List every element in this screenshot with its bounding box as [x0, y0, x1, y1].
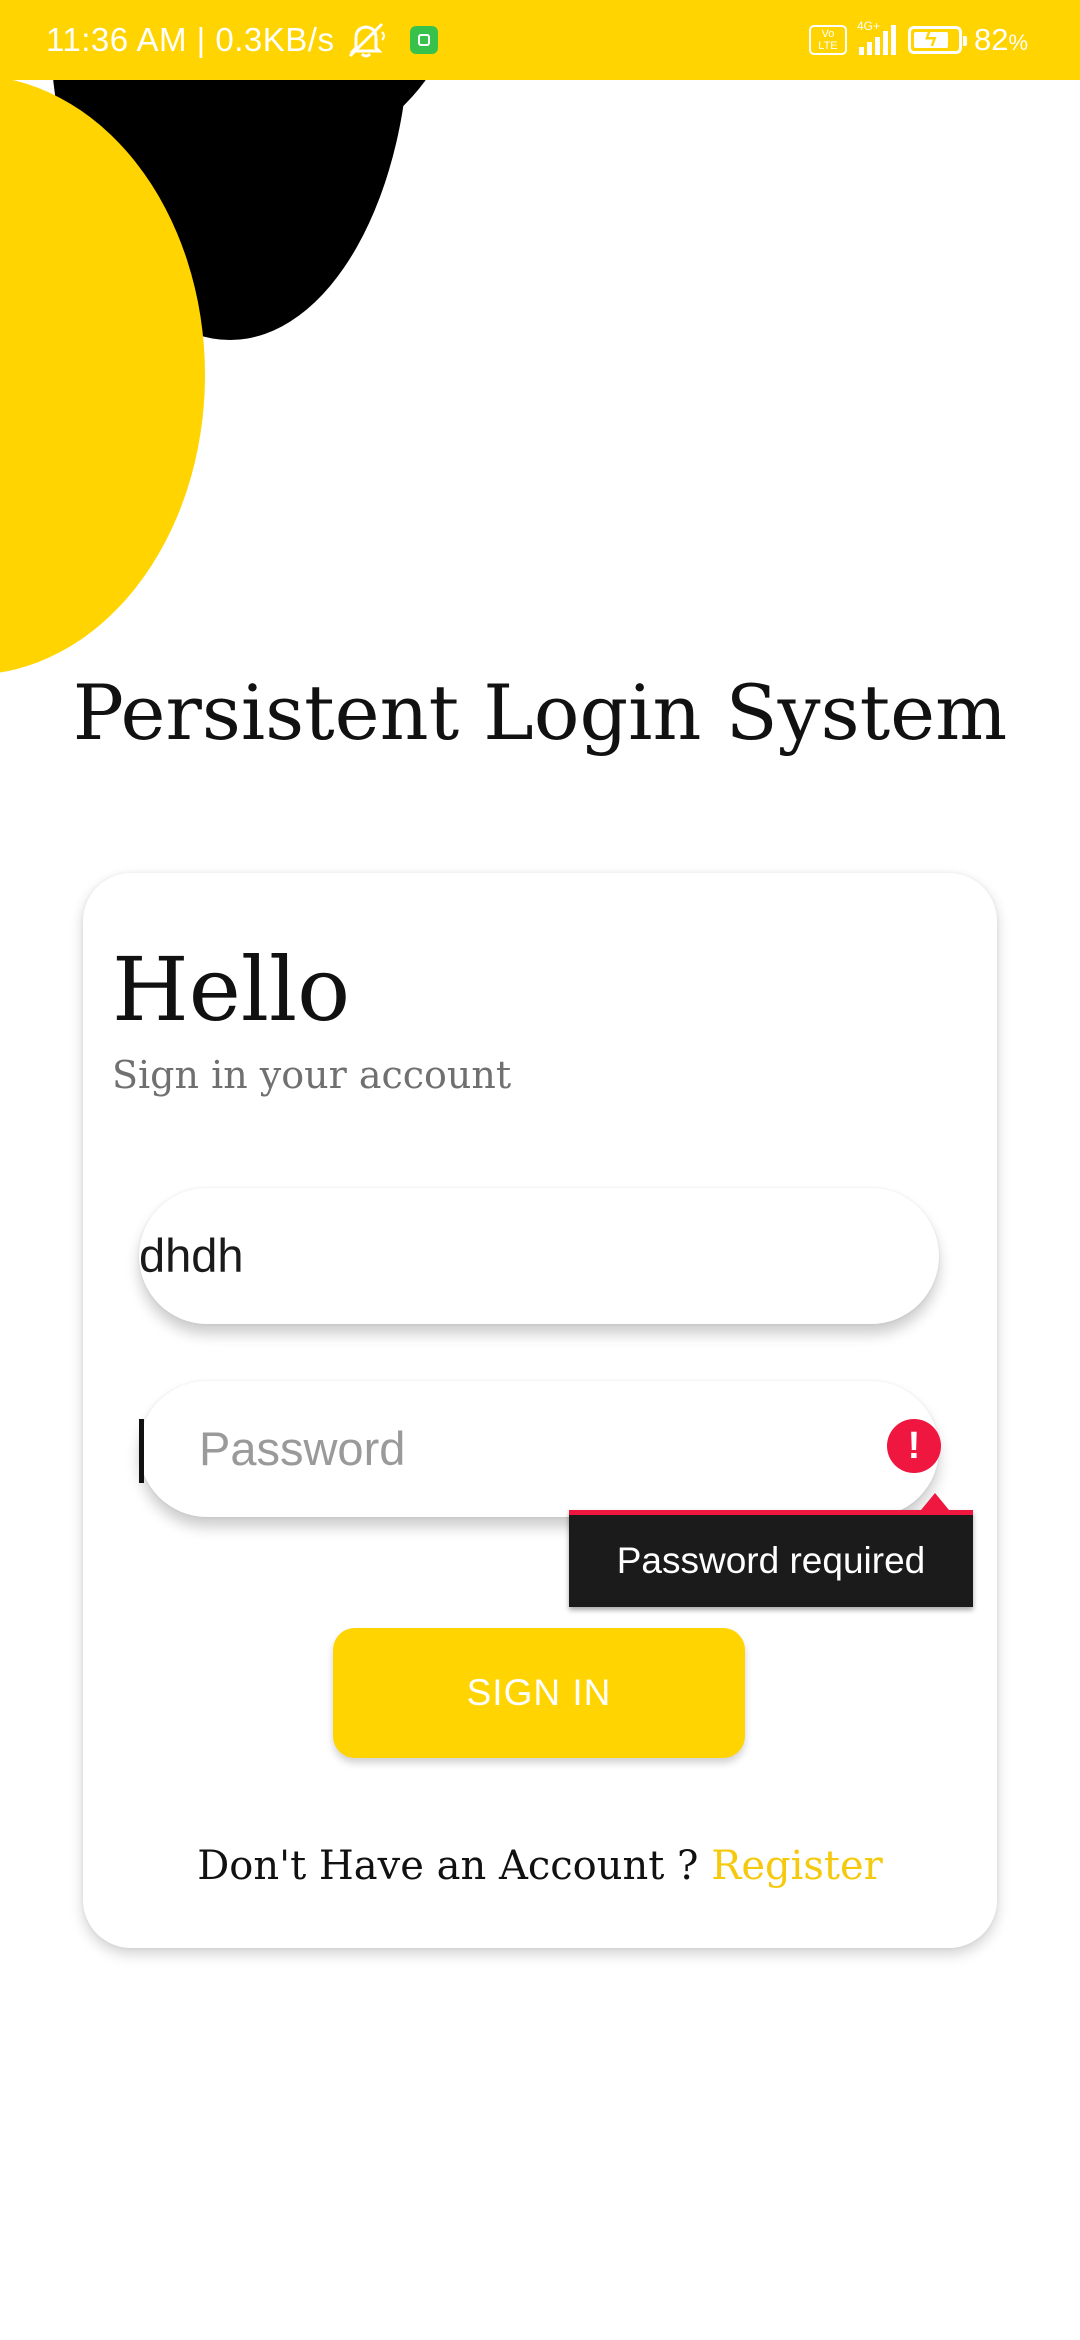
password-error-tooltip: Password required — [569, 1493, 973, 1607]
charging-bolt-icon: ϟ — [924, 26, 937, 51]
notification-app-icon — [410, 26, 439, 54]
network-type-label: 4G+ — [856, 19, 880, 33]
password-error-text: Password required — [616, 1540, 926, 1581]
signal-icon: 4G+ — [857, 19, 896, 55]
battery-value: 82 — [973, 22, 1009, 57]
error-icon[interactable]: ! — [887, 1419, 941, 1473]
app-title: Persistent Login System — [72, 668, 1008, 757]
password-input[interactable]: Password ! — [139, 1381, 941, 1517]
battery-icon: ϟ — [907, 26, 967, 54]
text-caret — [139, 1419, 144, 1483]
sign-in-subtitle: Sign in your account — [112, 1053, 512, 1097]
decorative-circles — [0, 0, 460, 673]
greeting-heading: Hello — [112, 938, 351, 1041]
status-right: Vo LTE 4G+ ϟ 82% — [808, 0, 1028, 80]
tooltip-arrow — [921, 1493, 949, 1510]
time-and-speed: 11:36 AM | 0.3KB/s — [46, 21, 335, 58]
status-left: 11:36 AM | 0.3KB/s — [46, 0, 439, 80]
volte-icon: Vo LTE — [808, 25, 847, 55]
battery-percent: 82% — [974, 22, 1028, 58]
status-bar: 11:36 AM | 0.3KB/s Vo LTE 4G+ ϟ 82% — [0, 0, 1080, 80]
volte-top-label: Vo — [821, 28, 835, 40]
battery-unit: % — [1008, 30, 1028, 55]
sign-in-button[interactable]: SIGN IN — [333, 1628, 745, 1758]
password-placeholder: Password — [199, 1422, 406, 1475]
login-card: Hello Sign in your account dhdh Password… — [83, 873, 997, 1948]
username-value: dhdh — [139, 1229, 244, 1282]
register-prompt: Don't Have an Account ? — [197, 1843, 699, 1889]
username-input[interactable]: dhdh — [139, 1188, 939, 1324]
register-row: Don't Have an Account ? Register — [83, 1843, 997, 1889]
bell-off-icon — [349, 22, 386, 58]
register-link[interactable]: Register — [711, 1843, 883, 1889]
volte-bottom-label: LTE — [818, 40, 838, 52]
